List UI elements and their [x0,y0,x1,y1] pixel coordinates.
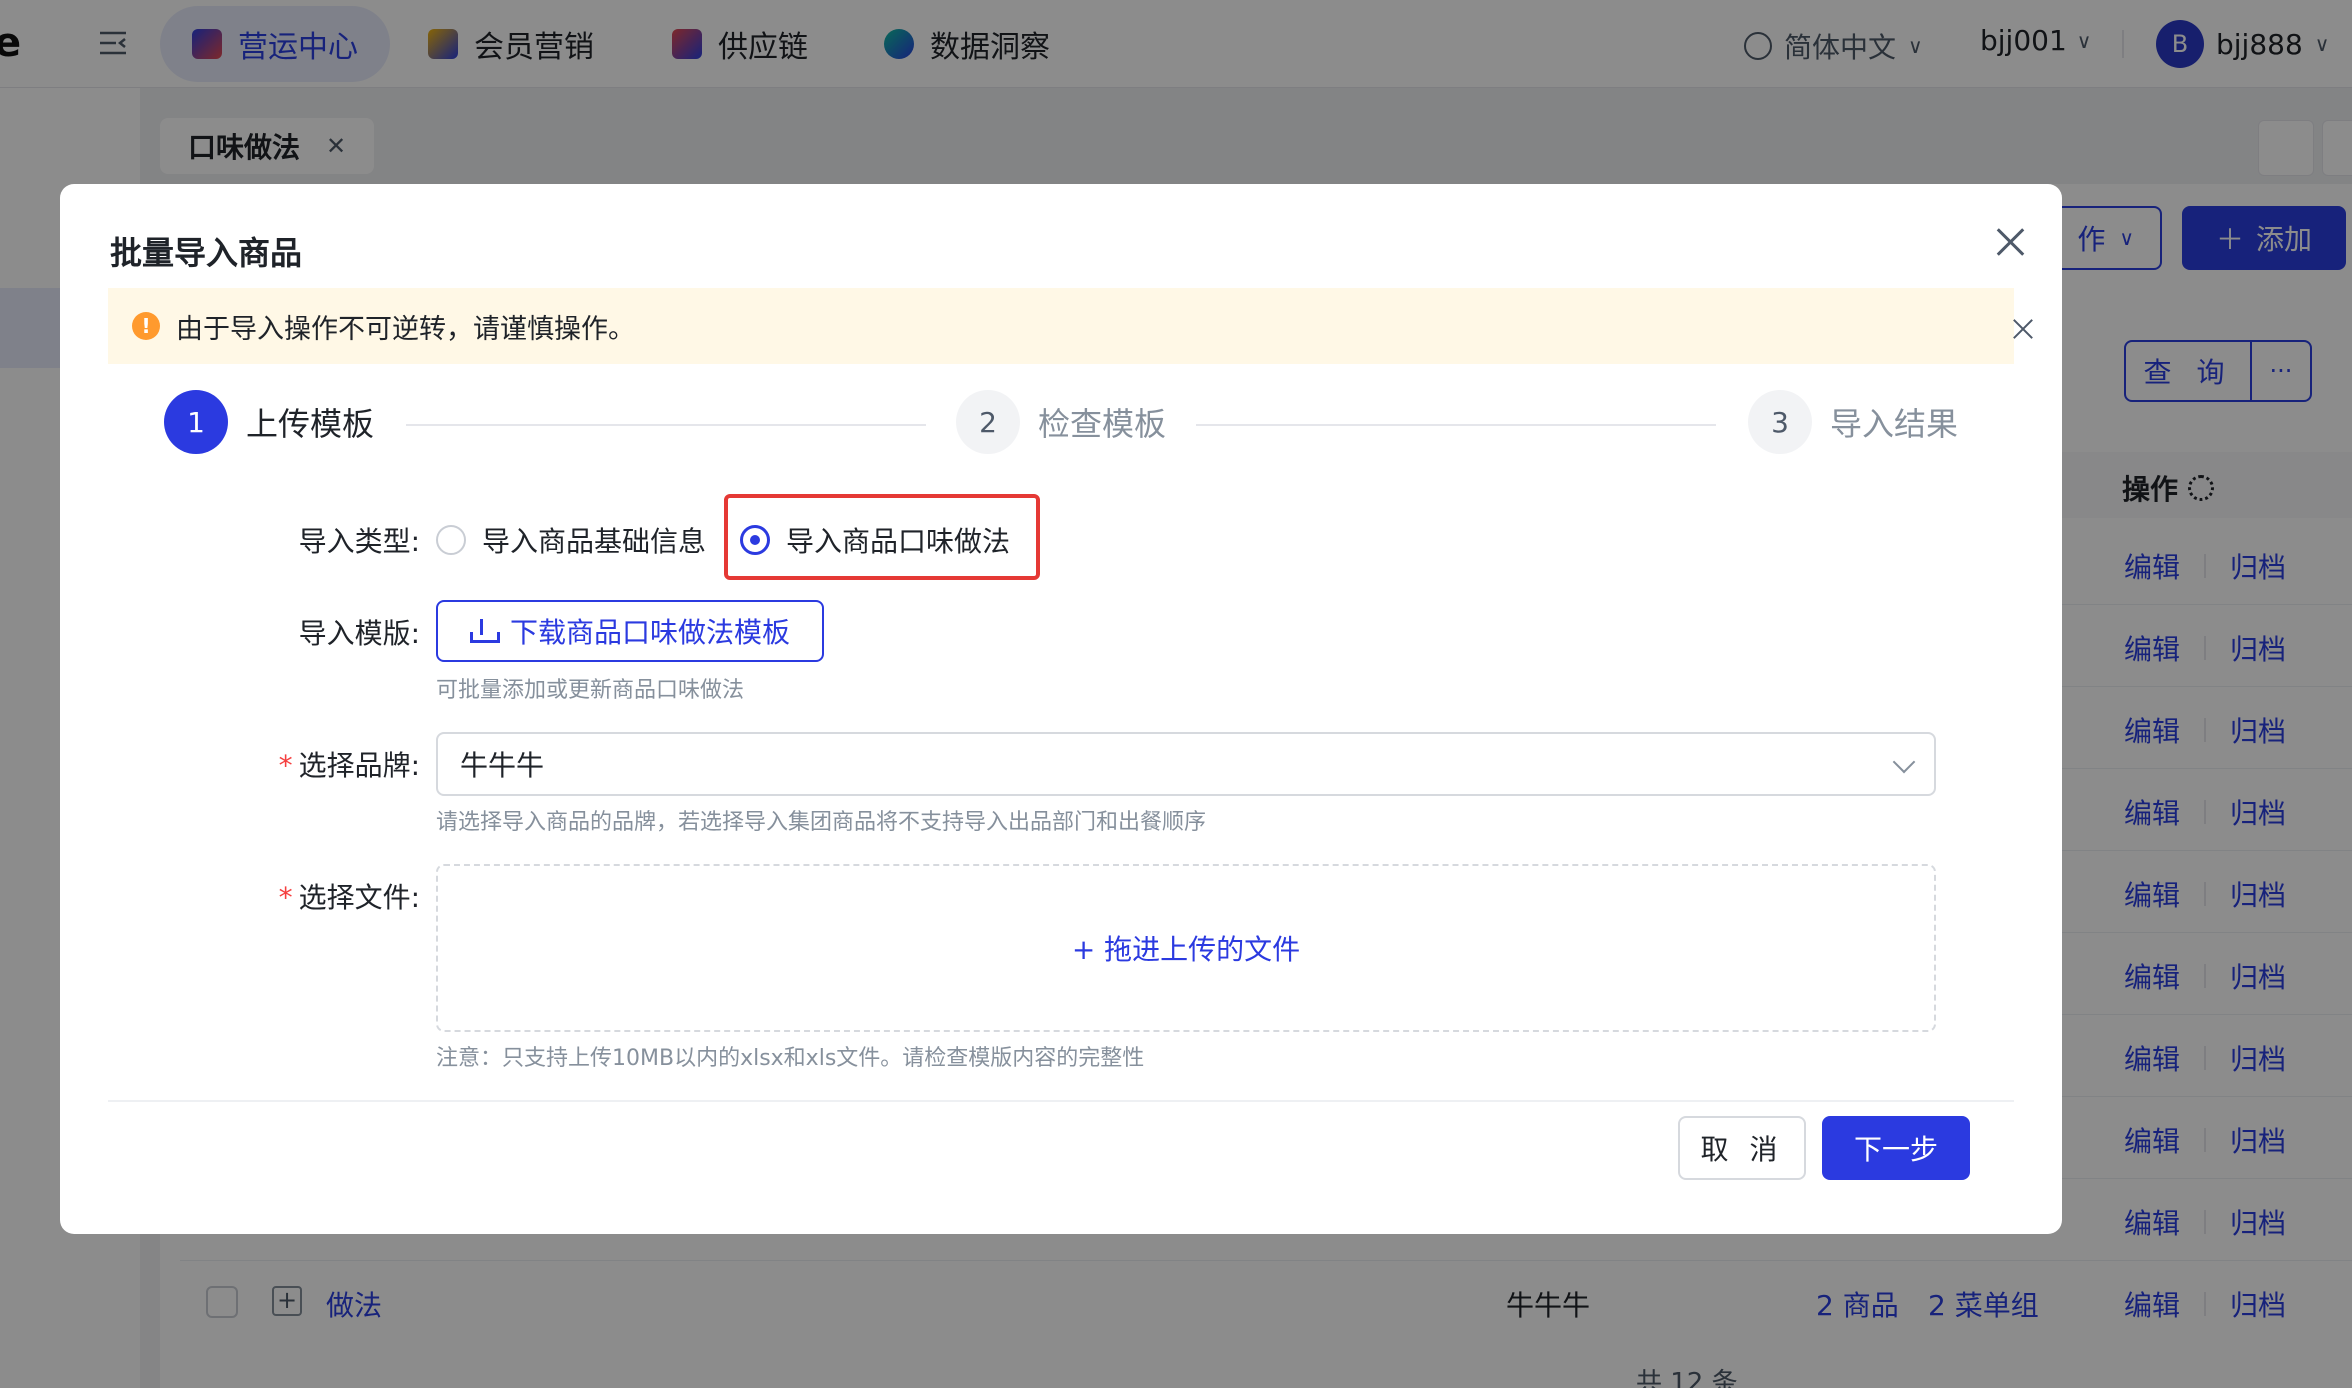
file-label-text: 选择文件: [298,881,420,914]
next-step-button[interactable]: 下一步 [1822,1116,1970,1180]
close-icon[interactable] [1990,222,2030,262]
upload-text: + 拖进上传的文件 [1071,933,1301,966]
step-connector [406,424,926,426]
step-check-template: 2 检查模板 [956,390,1166,454]
step-number: 2 [956,390,1020,454]
batch-import-dialog: 批量导入商品 ! 由于导入操作不可逆转，请谨慎操作。 1 上传模板 2 检查模板… [60,184,2062,1234]
step-label: 检查模板 [1038,405,1167,443]
brand-select[interactable]: 牛牛牛 [436,732,1936,796]
download-label: 下载商品口味做法模板 [509,616,790,649]
radio-basic-info[interactable]: 导入商品基础信息 [436,520,706,560]
warning-icon: ! [132,312,160,340]
warning-alert: ! 由于导入操作不可逆转，请谨慎操作。 [108,288,2014,364]
file-hint: 注意：只支持上传10MB以内的xlsx和xls文件。请检查模版内容的完整性 [436,1046,1145,1071]
divider [108,1100,2014,1102]
brand-label: * 选择品牌: [180,744,420,784]
step-import-result: 3 导入结果 [1748,390,1958,454]
cancel-button[interactable]: 取 消 [1678,1116,1806,1180]
file-dropzone[interactable]: + 拖进上传的文件 [436,864,1936,1032]
chevron-down-icon [1892,750,1916,774]
required-mark: * [278,881,293,914]
template-label: 导入模版: [298,617,420,650]
radio-circle[interactable] [436,525,466,555]
brand-hint: 请选择导入商品的品牌，若选择导入集团商品将不支持导入出品部门和出餐顺序 [436,810,1207,835]
step-number: 1 [164,390,228,454]
brand-label-text: 选择品牌: [298,749,420,782]
import-type-label: 导入类型: [298,525,420,558]
step-label: 导入结果 [1830,405,1959,443]
brand-value: 牛牛牛 [460,749,545,782]
file-label: * 选择文件: [180,876,420,916]
template-hint: 可批量添加或更新商品口味做法 [436,678,745,703]
step-connector [1196,424,1716,426]
close-icon[interactable] [2012,318,2034,340]
required-mark: * [278,749,293,782]
download-template-button[interactable]: 下载商品口味做法模板 [436,600,824,662]
step-number: 3 [1748,390,1812,454]
dialog-title: 批量导入商品 [110,234,303,272]
download-icon [469,619,500,643]
annotation-highlight-box [724,494,1040,580]
step-label: 上传模板 [246,405,375,443]
step-upload-template: 1 上传模板 [164,390,374,454]
alert-text: 由于导入操作不可逆转，请谨慎操作。 [176,313,635,345]
radio-label: 导入商品基础信息 [482,525,707,558]
